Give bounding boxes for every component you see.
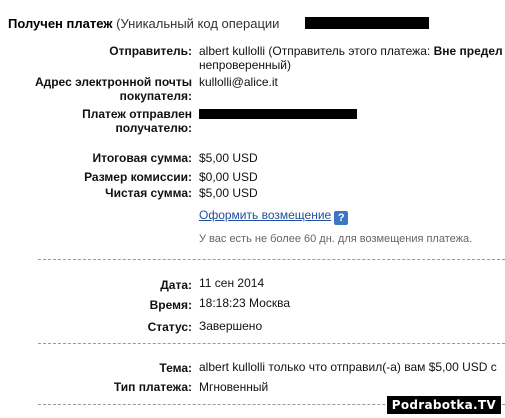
sender-status-note: (Отправитель этого платежа:: [268, 44, 431, 58]
sender-status-bold: Вне предел: [433, 44, 503, 58]
time-label: Время:: [149, 298, 192, 312]
email-value: kullolli@alice.it: [199, 75, 278, 89]
status-label: Статус:: [147, 320, 192, 334]
fee-amount-label: Размер комиссии:: [84, 170, 192, 184]
total-amount-label: Итоговая сумма:: [92, 151, 192, 165]
date-label: Дата:: [160, 278, 192, 292]
issue-refund-link[interactable]: Оформить возмещение: [199, 208, 331, 222]
sender-status-line2: непроверенный): [199, 58, 291, 72]
sender-value: albert kullolli (Отправитель этого плате…: [199, 44, 503, 58]
total-amount-value: $5,00 USD: [199, 151, 258, 165]
recipient-label-line2: получателю:: [115, 121, 192, 135]
sender-name: albert kullolli: [199, 44, 266, 58]
payment-received-title: Получен платеж: [8, 16, 113, 31]
payment-type-value: Мгновенный: [199, 380, 269, 394]
net-amount-label: Чистая сумма:: [105, 186, 192, 200]
section-divider-1: [38, 259, 505, 260]
net-amount-value: $5,00 USD: [199, 186, 258, 200]
email-label-line1: Адрес электронной почты: [34, 75, 192, 89]
recipient-label-line1: Платеж отправлен: [82, 107, 192, 121]
refund-row: Оформить возмещение?: [199, 208, 349, 225]
page-title: Получен платеж (Уникальный код операции: [8, 16, 279, 31]
fee-amount-value: $0,00 USD: [199, 170, 258, 184]
subject-value: albert kullolli только что отправил(-а) …: [199, 360, 497, 374]
date-value: 11 сен 2014: [199, 276, 265, 290]
redacted-recipient: [199, 109, 357, 119]
redacted-transaction-code: [305, 17, 429, 29]
section-divider-2: [38, 343, 505, 344]
payment-type-label: Тип платежа:: [113, 380, 192, 394]
transaction-code-label: (Уникальный код операции: [116, 16, 280, 31]
help-icon[interactable]: ?: [334, 211, 349, 225]
status-value: Завершено: [199, 319, 263, 333]
email-label-line2: покупателя:: [119, 89, 192, 103]
sender-label: Отправитель:: [109, 44, 192, 58]
subject-label: Тема:: [159, 361, 192, 375]
time-value: 18:18:23 Москва: [199, 296, 291, 310]
refund-note: У вас есть не более 60 дн. для возмещени…: [199, 233, 473, 245]
site-watermark: Podrabotka.TV: [386, 396, 501, 414]
